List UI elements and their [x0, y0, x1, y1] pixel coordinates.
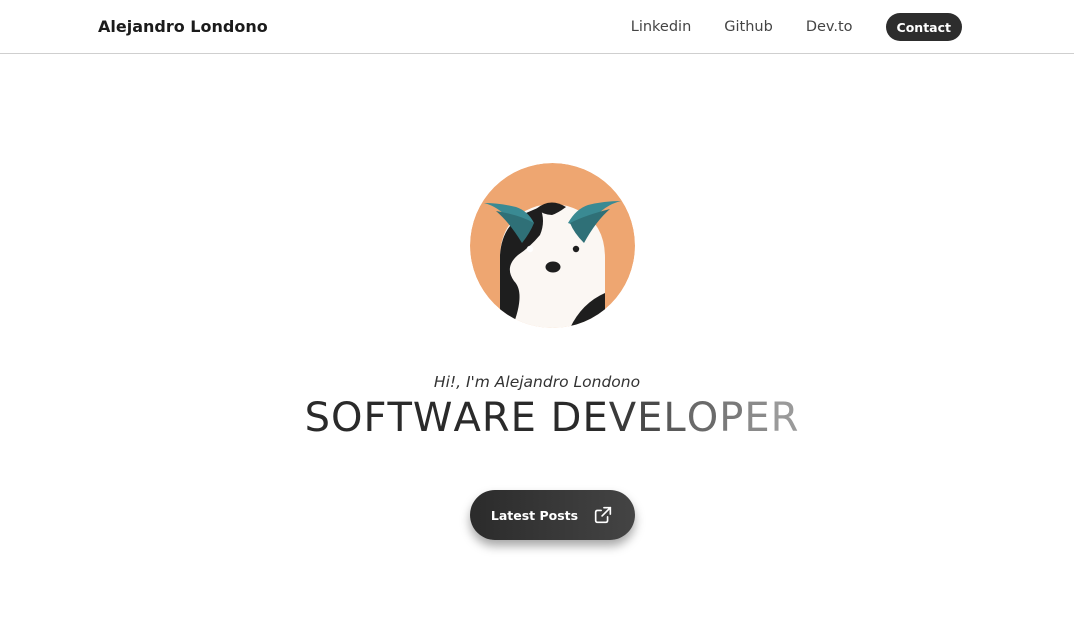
contact-button[interactable]: Contact — [885, 13, 962, 41]
headline-letter: S — [304, 395, 331, 441]
headline-letter: E — [510, 395, 537, 441]
headline-letter: P — [719, 395, 745, 441]
badger-avatar-icon — [470, 163, 635, 328]
headline-letter: F — [363, 395, 388, 441]
headline-letter: O — [330, 395, 364, 441]
latest-posts-label: Latest Posts — [490, 507, 579, 523]
headline-letter — [537, 395, 551, 441]
greeting-text: Hi!, I'm Alejandro Londono — [433, 373, 641, 391]
headline: SOFTWARE DEVELOPER — [0, 395, 1074, 441]
brand-link[interactable]: Alejandro Londono — [98, 17, 268, 36]
headline-letter: E — [744, 395, 771, 441]
nav-links: Linkedin Github Dev.to Contact — [631, 13, 962, 41]
headline-letter: W — [412, 395, 454, 441]
headline-letter: A — [453, 395, 482, 441]
avatar — [470, 163, 635, 328]
headline-letter: R — [481, 395, 511, 441]
headline-letter: V — [608, 395, 638, 441]
navbar: Alejandro Londono Linkedin Github Dev.to… — [0, 0, 1074, 54]
headline-letter: T — [387, 395, 413, 441]
nav-link-github[interactable]: Github — [724, 19, 773, 35]
headline-letter: D — [550, 395, 583, 441]
headline-letter: L — [663, 395, 687, 441]
nav-link-devto[interactable]: Dev.to — [806, 19, 853, 35]
external-link-icon — [594, 506, 612, 524]
headline-letter: E — [637, 395, 664, 441]
nav-link-linkedin[interactable]: Linkedin — [631, 19, 692, 35]
latest-posts-button[interactable]: Latest Posts — [470, 490, 635, 540]
headline-letter: R — [770, 395, 800, 441]
headline-letter: E — [582, 395, 609, 441]
headline-letter: O — [686, 395, 720, 441]
